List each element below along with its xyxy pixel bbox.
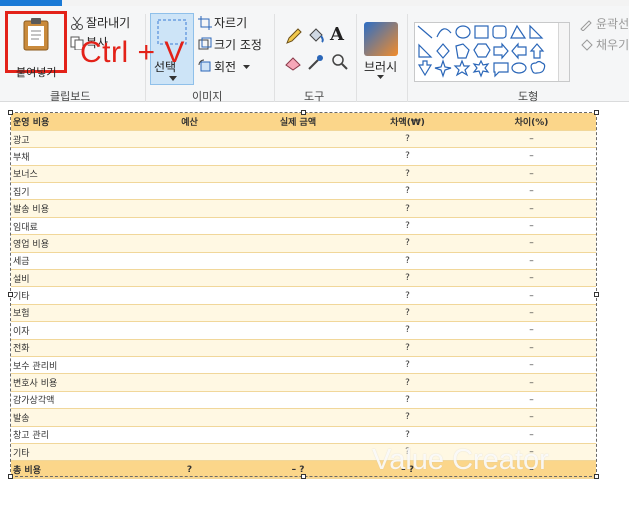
chevron-down-icon (243, 65, 250, 69)
pencil-icon[interactable] (284, 26, 304, 46)
chevron-down-icon (169, 76, 177, 81)
image-group-label: 이미지 (192, 90, 223, 103)
color-picker-icon[interactable] (306, 52, 326, 72)
paste-button[interactable]: 붙여넣기 (5, 11, 67, 79)
fill-button[interactable]: 채우기 (596, 36, 629, 53)
outline-button[interactable]: 윤곽선 (596, 15, 629, 32)
eraser-icon[interactable] (284, 52, 304, 72)
resize-handle-top-middle[interactable] (301, 110, 306, 115)
crop-icon (198, 16, 212, 30)
resize-handle-bottom-middle[interactable] (301, 474, 306, 479)
paste-label: 붙여넣기 (16, 66, 57, 79)
magnifier-icon[interactable] (330, 52, 350, 72)
shapes-group-label: 도형 (518, 90, 539, 103)
shapes-icon-grid (417, 24, 546, 78)
resize-handle-middle-right[interactable] (594, 292, 599, 297)
chevron-down-icon (377, 75, 384, 79)
scissors-icon (71, 16, 83, 30)
clipboard-icon (23, 18, 49, 51)
resize-button[interactable]: 크기 조정 (214, 36, 262, 53)
tools-grid: A (282, 24, 352, 76)
ribbon-divider (407, 14, 408, 102)
brushes-button[interactable]: 브러시 (364, 58, 397, 75)
outline-icon (580, 20, 592, 31)
fill-icon (581, 39, 593, 51)
rotate-icon (198, 59, 211, 72)
resize-handle-top-left[interactable] (8, 110, 13, 115)
ribbon-divider (274, 14, 275, 102)
ribbon-divider (356, 14, 357, 102)
watermark-text: Value Creator (372, 444, 549, 476)
resize-handle-bottom-right[interactable] (594, 474, 599, 479)
crop-button[interactable]: 자르기 (214, 14, 247, 31)
clipboard-group-label: 클립보드 (50, 90, 91, 103)
cut-button[interactable]: 잘라내기 (86, 14, 130, 31)
resize-handle-bottom-left[interactable] (8, 474, 13, 479)
paste-selection-frame[interactable] (10, 112, 597, 477)
resize-handle-top-right[interactable] (594, 110, 599, 115)
fill-bucket-icon[interactable] (306, 26, 326, 46)
rotate-button[interactable]: 회전 (214, 58, 236, 75)
shapes-scrollbar[interactable] (558, 23, 569, 81)
resize-handle-middle-left[interactable] (8, 292, 13, 297)
brushes-icon[interactable] (364, 22, 398, 56)
shapes-gallery[interactable] (414, 22, 570, 82)
shortcut-overlay-text: Ctrl + V (80, 36, 185, 69)
resize-icon (198, 37, 212, 50)
tools-group-label: 도구 (304, 90, 325, 103)
text-tool-icon[interactable]: A (330, 24, 350, 45)
